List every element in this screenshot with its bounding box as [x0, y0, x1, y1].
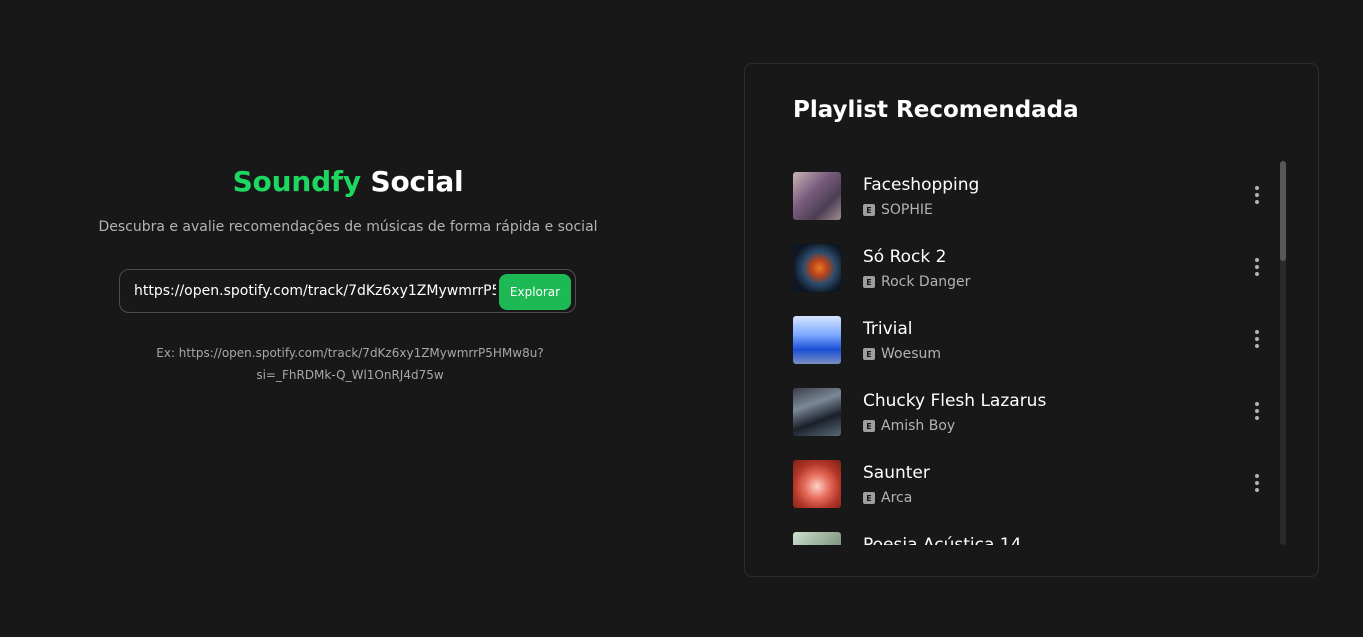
- album-cover: [793, 460, 841, 508]
- hero-section: Soundfy Social Descubra e avalie recomen…: [0, 0, 696, 637]
- track-artist: Arca: [881, 490, 913, 506]
- album-cover: [793, 388, 841, 436]
- track-artist: Woesum: [881, 346, 942, 362]
- track-meta: E SOPHIE: [863, 202, 933, 218]
- example-line-2: si=_FhRDMk-Q_Wl1OnRJ4d75w: [256, 368, 444, 382]
- track-row[interactable]: Poesia Acústica 14: [793, 521, 1273, 545]
- explicit-icon: E: [863, 492, 875, 504]
- more-options-icon[interactable]: [1245, 183, 1269, 207]
- app-subtitle: Descubra e avalie recomendações de músic…: [98, 219, 598, 235]
- playlist-panel: Playlist Recomendada Faceshopping E SOPH…: [744, 63, 1319, 577]
- explore-button[interactable]: Explorar: [499, 274, 571, 310]
- explicit-icon: E: [863, 420, 875, 432]
- spotify-url-input[interactable]: [134, 270, 496, 312]
- track-row[interactable]: Só Rock 2 E Rock Danger: [793, 233, 1273, 305]
- more-options-icon[interactable]: [1245, 399, 1269, 423]
- track-artist: SOPHIE: [881, 202, 933, 218]
- scrollbar-thumb[interactable]: [1280, 161, 1286, 261]
- album-cover: [793, 532, 841, 545]
- playlist-title: Playlist Recomendada: [793, 97, 1079, 123]
- scrollbar[interactable]: [1280, 161, 1286, 545]
- album-cover: [793, 316, 841, 364]
- track-meta: E Arca: [863, 490, 912, 506]
- track-meta: E Woesum: [863, 346, 941, 362]
- explicit-icon: E: [863, 204, 875, 216]
- track-name: Saunter: [863, 463, 930, 483]
- track-name: Trivial: [863, 319, 913, 339]
- track-name: Chucky Flesh Lazarus: [863, 391, 1047, 411]
- track-name: Faceshopping: [863, 175, 980, 195]
- track-name: Poesia Acústica 14: [863, 535, 1022, 545]
- track-row[interactable]: Chucky Flesh Lazarus E Amish Boy: [793, 377, 1273, 449]
- track-name: Só Rock 2: [863, 247, 947, 267]
- example-line-1: Ex: https://open.spotify.com/track/7dKz6…: [156, 346, 544, 360]
- track-row[interactable]: Saunter E Arca: [793, 449, 1273, 521]
- app-title-brand: Soundfy: [232, 165, 362, 198]
- album-cover: [793, 244, 841, 292]
- search-bar: Explorar: [119, 269, 576, 313]
- app-title-rest: Social: [370, 165, 464, 198]
- track-meta: E Amish Boy: [863, 418, 955, 434]
- track-row[interactable]: Faceshopping E SOPHIE: [793, 161, 1273, 233]
- track-list[interactable]: Faceshopping E SOPHIE Só Rock 2 E Rock D…: [793, 161, 1273, 545]
- example-hint: Ex: https://open.spotify.com/track/7dKz6…: [150, 342, 550, 386]
- track-artist: Rock Danger: [881, 274, 971, 290]
- more-options-icon[interactable]: [1245, 327, 1269, 351]
- more-options-icon[interactable]: [1245, 471, 1269, 495]
- explicit-icon: E: [863, 348, 875, 360]
- track-meta: E Rock Danger: [863, 274, 970, 290]
- explicit-icon: E: [863, 276, 875, 288]
- track-artist: Amish Boy: [881, 418, 956, 434]
- app-title: Soundfy Social: [0, 165, 696, 198]
- track-row[interactable]: Trivial E Woesum: [793, 305, 1273, 377]
- more-options-icon[interactable]: [1245, 255, 1269, 279]
- album-cover: [793, 172, 841, 220]
